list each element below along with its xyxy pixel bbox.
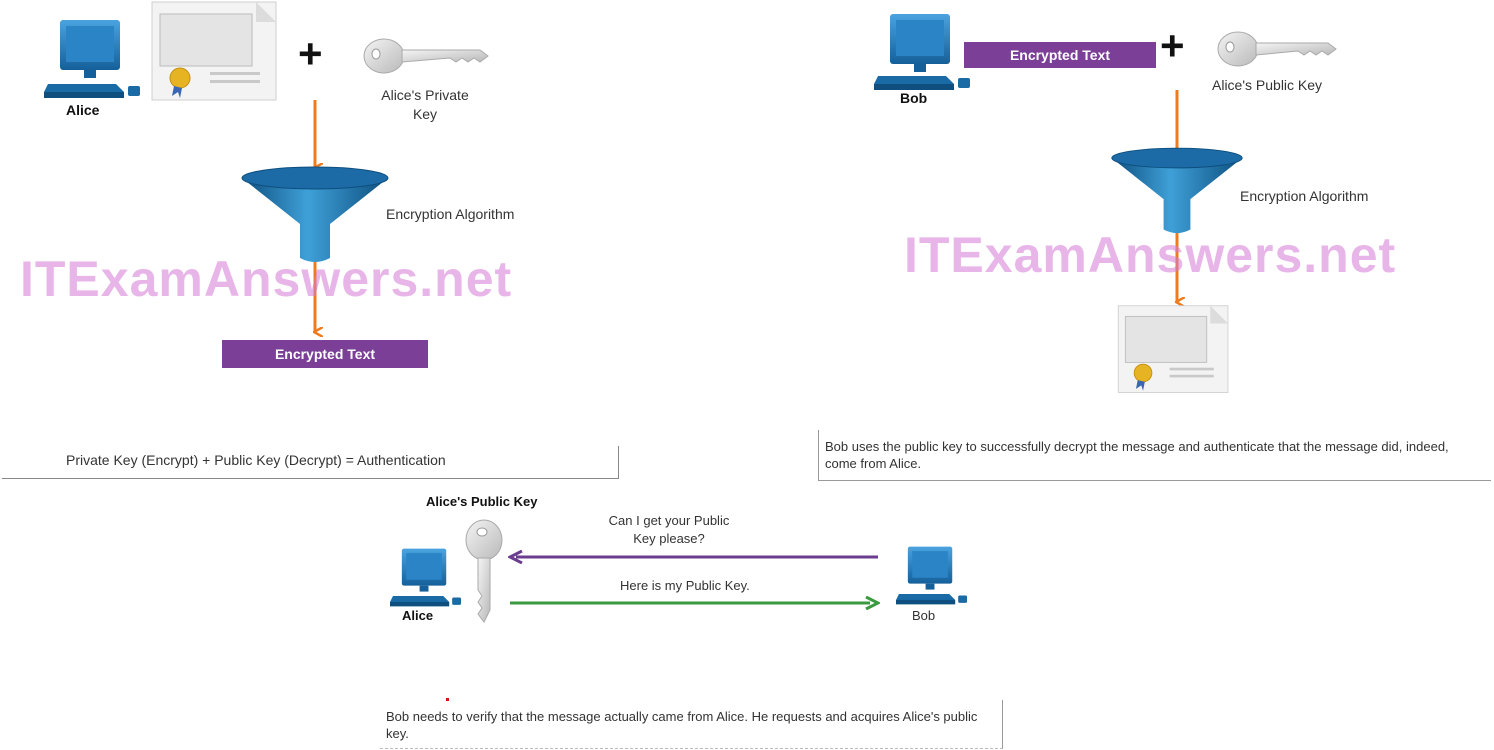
formula-text: Private Key (Encrypt) + Public Key (Decr… xyxy=(66,452,446,468)
bob-computer-icon xyxy=(874,14,970,90)
key-icon xyxy=(363,38,489,74)
encrypted-text-input-box: Encrypted Text xyxy=(964,42,1156,68)
bottom-caption-box: Bob needs to verify that the message act… xyxy=(380,700,1003,749)
response-text: Here is my Public Key. xyxy=(620,578,750,593)
response-arrow xyxy=(510,596,880,610)
alice-label-bottom: Alice xyxy=(402,608,434,623)
certificate-icon xyxy=(151,1,277,101)
bob-label-bottom: Bob xyxy=(912,608,936,623)
plus-sign-right: + xyxy=(1160,22,1185,69)
red-dot xyxy=(446,698,449,701)
plus-sign: + xyxy=(298,30,323,77)
bottom-caption-text: Bob needs to verify that the message act… xyxy=(386,709,978,741)
watermark-right: ITExamAnswers.net xyxy=(904,227,1397,283)
private-key-label-line1: Alice's Private xyxy=(381,87,469,103)
bottom-key-title: Alice's Public Key xyxy=(426,494,538,509)
certificate-icon-right xyxy=(1117,305,1229,393)
alice-computer-icon-bottom xyxy=(390,548,462,607)
alice-label: Alice xyxy=(66,102,100,118)
vertical-key-icon xyxy=(465,519,503,623)
bob-computer-icon-bottom xyxy=(896,546,968,605)
public-key-label: Alice's Public Key xyxy=(1212,77,1323,93)
right-caption-text: Bob uses the public key to successfully … xyxy=(825,439,1449,471)
request-text: Can I get your Public Key please? xyxy=(608,513,730,546)
algorithm-label-right: Encryption Algorithm xyxy=(1240,188,1369,204)
public-key-icon xyxy=(1217,31,1337,67)
algorithm-label: Encryption Algorithm xyxy=(386,206,515,222)
formula-box: Private Key (Encrypt) + Public Key (Decr… xyxy=(2,446,619,479)
watermark-left: ITExamAnswers.net xyxy=(20,251,513,307)
alice-computer-icon xyxy=(44,20,140,98)
bob-label: Bob xyxy=(900,90,928,106)
request-arrow xyxy=(508,550,878,564)
right-caption-box: Bob uses the public key to successfully … xyxy=(818,430,1491,481)
private-key-label: Alice's Private Key xyxy=(368,86,482,124)
private-key-label-line2: Key xyxy=(412,106,438,122)
encrypted-text-box: Encrypted Text xyxy=(222,340,428,368)
